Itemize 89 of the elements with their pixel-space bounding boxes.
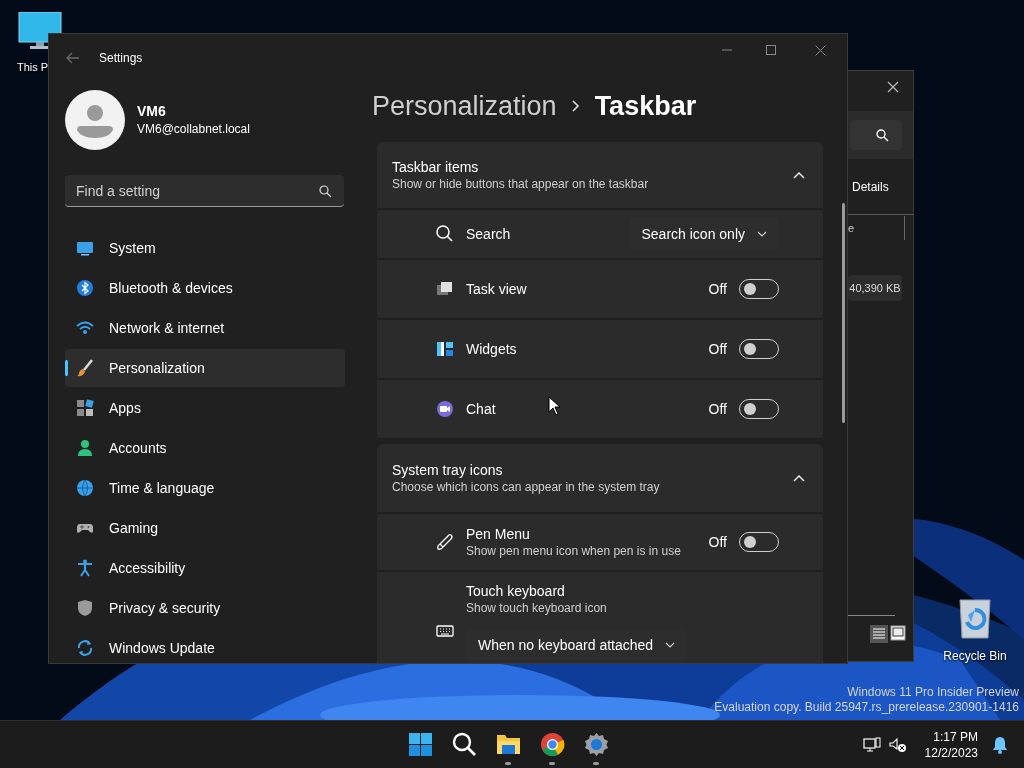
- section-header[interactable]: System tray icons Choose which icons can appear in the system tray: [377, 444, 823, 512]
- tiles-view-icon[interactable]: [890, 625, 906, 641]
- bell-icon[interactable]: [992, 736, 1008, 754]
- start-icon[interactable]: [407, 732, 433, 757]
- setting-icon: [436, 533, 454, 551]
- search-icon[interactable]: [451, 732, 477, 757]
- table-cell: 40,390 KB: [848, 275, 902, 301]
- toggle-state-text: Off: [708, 399, 727, 419]
- toggle-state-text: Off: [708, 279, 727, 299]
- desktop-icon-label[interactable]: Recycle Bin: [943, 647, 1007, 665]
- close-icon[interactable]: [887, 81, 899, 93]
- nav-icon: [76, 239, 94, 257]
- nav-icon: [76, 559, 94, 577]
- muted-speaker-icon[interactable]: [888, 737, 907, 753]
- setting-icon: [436, 340, 454, 358]
- network-icon[interactable]: [862, 737, 881, 753]
- setting-icon: [436, 225, 454, 243]
- back-arrow-icon: [66, 52, 80, 64]
- section-subtitle: Choose which icons can appear in the system tray: [392, 479, 661, 495]
- setting-label: Pen Menu: [466, 525, 531, 543]
- nav-item[interactable]: Windows Update: [65, 629, 345, 663]
- chevron-down-icon: [665, 642, 676, 648]
- running-indicator: [549, 761, 555, 765]
- nav-icon: [76, 359, 94, 377]
- nav-item[interactable]: Time & language: [65, 469, 345, 507]
- recycle-bin-icon[interactable]: [957, 598, 993, 640]
- search-field[interactable]: [850, 120, 902, 150]
- monitor-icon[interactable]: [18, 12, 62, 50]
- nav-item[interactable]: Bluetooth & devices: [65, 269, 345, 307]
- search-icon: [876, 128, 889, 142]
- maximize-icon: [766, 45, 776, 55]
- nav-item[interactable]: System: [65, 229, 345, 267]
- setting-icon: [436, 400, 454, 418]
- search-icon: [319, 185, 332, 198]
- setting-label: Task view: [466, 280, 527, 298]
- setting-label: Chat: [466, 400, 496, 418]
- nav-icon: [76, 319, 94, 337]
- build-info-text: Windows 11 Pro Insider Preview: [847, 685, 1019, 700]
- chevron-down-icon: [757, 231, 767, 237]
- gear-icon[interactable]: [583, 732, 609, 757]
- nav-icon: [76, 479, 94, 497]
- close-icon: [814, 44, 826, 56]
- chevron-right-icon: [570, 99, 581, 113]
- chevron-up-icon[interactable]: [793, 474, 805, 482]
- setting-icon: [436, 280, 454, 298]
- nav-icon: [76, 639, 94, 657]
- column-header: e: [848, 220, 856, 236]
- setting-description: Show pen menu icon when pen is in use: [466, 543, 681, 559]
- desktop-icon-label[interactable]: This P: [17, 59, 49, 76]
- nav-icon: [76, 279, 94, 297]
- chevron-up-icon[interactable]: [793, 171, 805, 179]
- avatar-icon: [65, 90, 125, 150]
- nav-icon: [76, 399, 94, 417]
- setting-label: Touch keyboard: [466, 582, 566, 600]
- setting-icon: [436, 622, 454, 640]
- section-header[interactable]: Taskbar items Show or hide buttons that appear on the taskbar: [377, 142, 823, 208]
- breadcrumb-item[interactable]: Personalization: [372, 88, 557, 124]
- toggle-state-text: Off: [708, 339, 727, 359]
- nav-item[interactable]: Apps: [65, 389, 345, 427]
- scrollbar-thumb[interactable]: [842, 203, 845, 423]
- build-info-text: Evaluation copy. Build 25947.rs_prerelease.230901-1416: [714, 700, 1019, 715]
- running-indicator: [593, 761, 599, 765]
- nav-item[interactable]: Gaming: [65, 509, 345, 547]
- nav-item[interactable]: Network & internet: [65, 309, 345, 347]
- section-title: System tray icons: [392, 461, 504, 479]
- nav-item[interactable]: Privacy & security: [65, 589, 345, 627]
- details-view-icon[interactable]: [870, 625, 888, 643]
- cursor-icon: [548, 396, 562, 416]
- nav-item[interactable]: Accounts: [65, 429, 345, 467]
- breadcrumb-item: Taskbar: [594, 90, 697, 123]
- setting-label: Search: [466, 225, 511, 243]
- nav-item[interactable]: Accessibility: [65, 549, 345, 587]
- running-indicator: [505, 761, 511, 765]
- window-title: Settings: [99, 50, 143, 67]
- user-email: VM6@collabnet.local: [137, 121, 250, 138]
- folder-icon[interactable]: [495, 732, 521, 757]
- details-tab[interactable]: Details: [852, 177, 889, 196]
- clock[interactable]: 1:17 PM 12/2/2023: [924, 729, 978, 761]
- toggle-state-text: Off: [708, 532, 727, 552]
- nav-item[interactable]: Personalization: [65, 349, 345, 387]
- setting-description: Show touch keyboard icon: [466, 600, 608, 616]
- section-subtitle: Show or hide buttons that appear on the taskbar: [392, 176, 650, 192]
- search-field[interactable]: Find a setting: [65, 175, 344, 207]
- setting-label: Widgets: [466, 340, 517, 358]
- browser-icon[interactable]: [539, 732, 565, 757]
- section-title: Taskbar items: [392, 158, 480, 176]
- user-name: VM6: [137, 102, 167, 120]
- nav-icon: [76, 439, 94, 457]
- nav-icon: [76, 599, 94, 617]
